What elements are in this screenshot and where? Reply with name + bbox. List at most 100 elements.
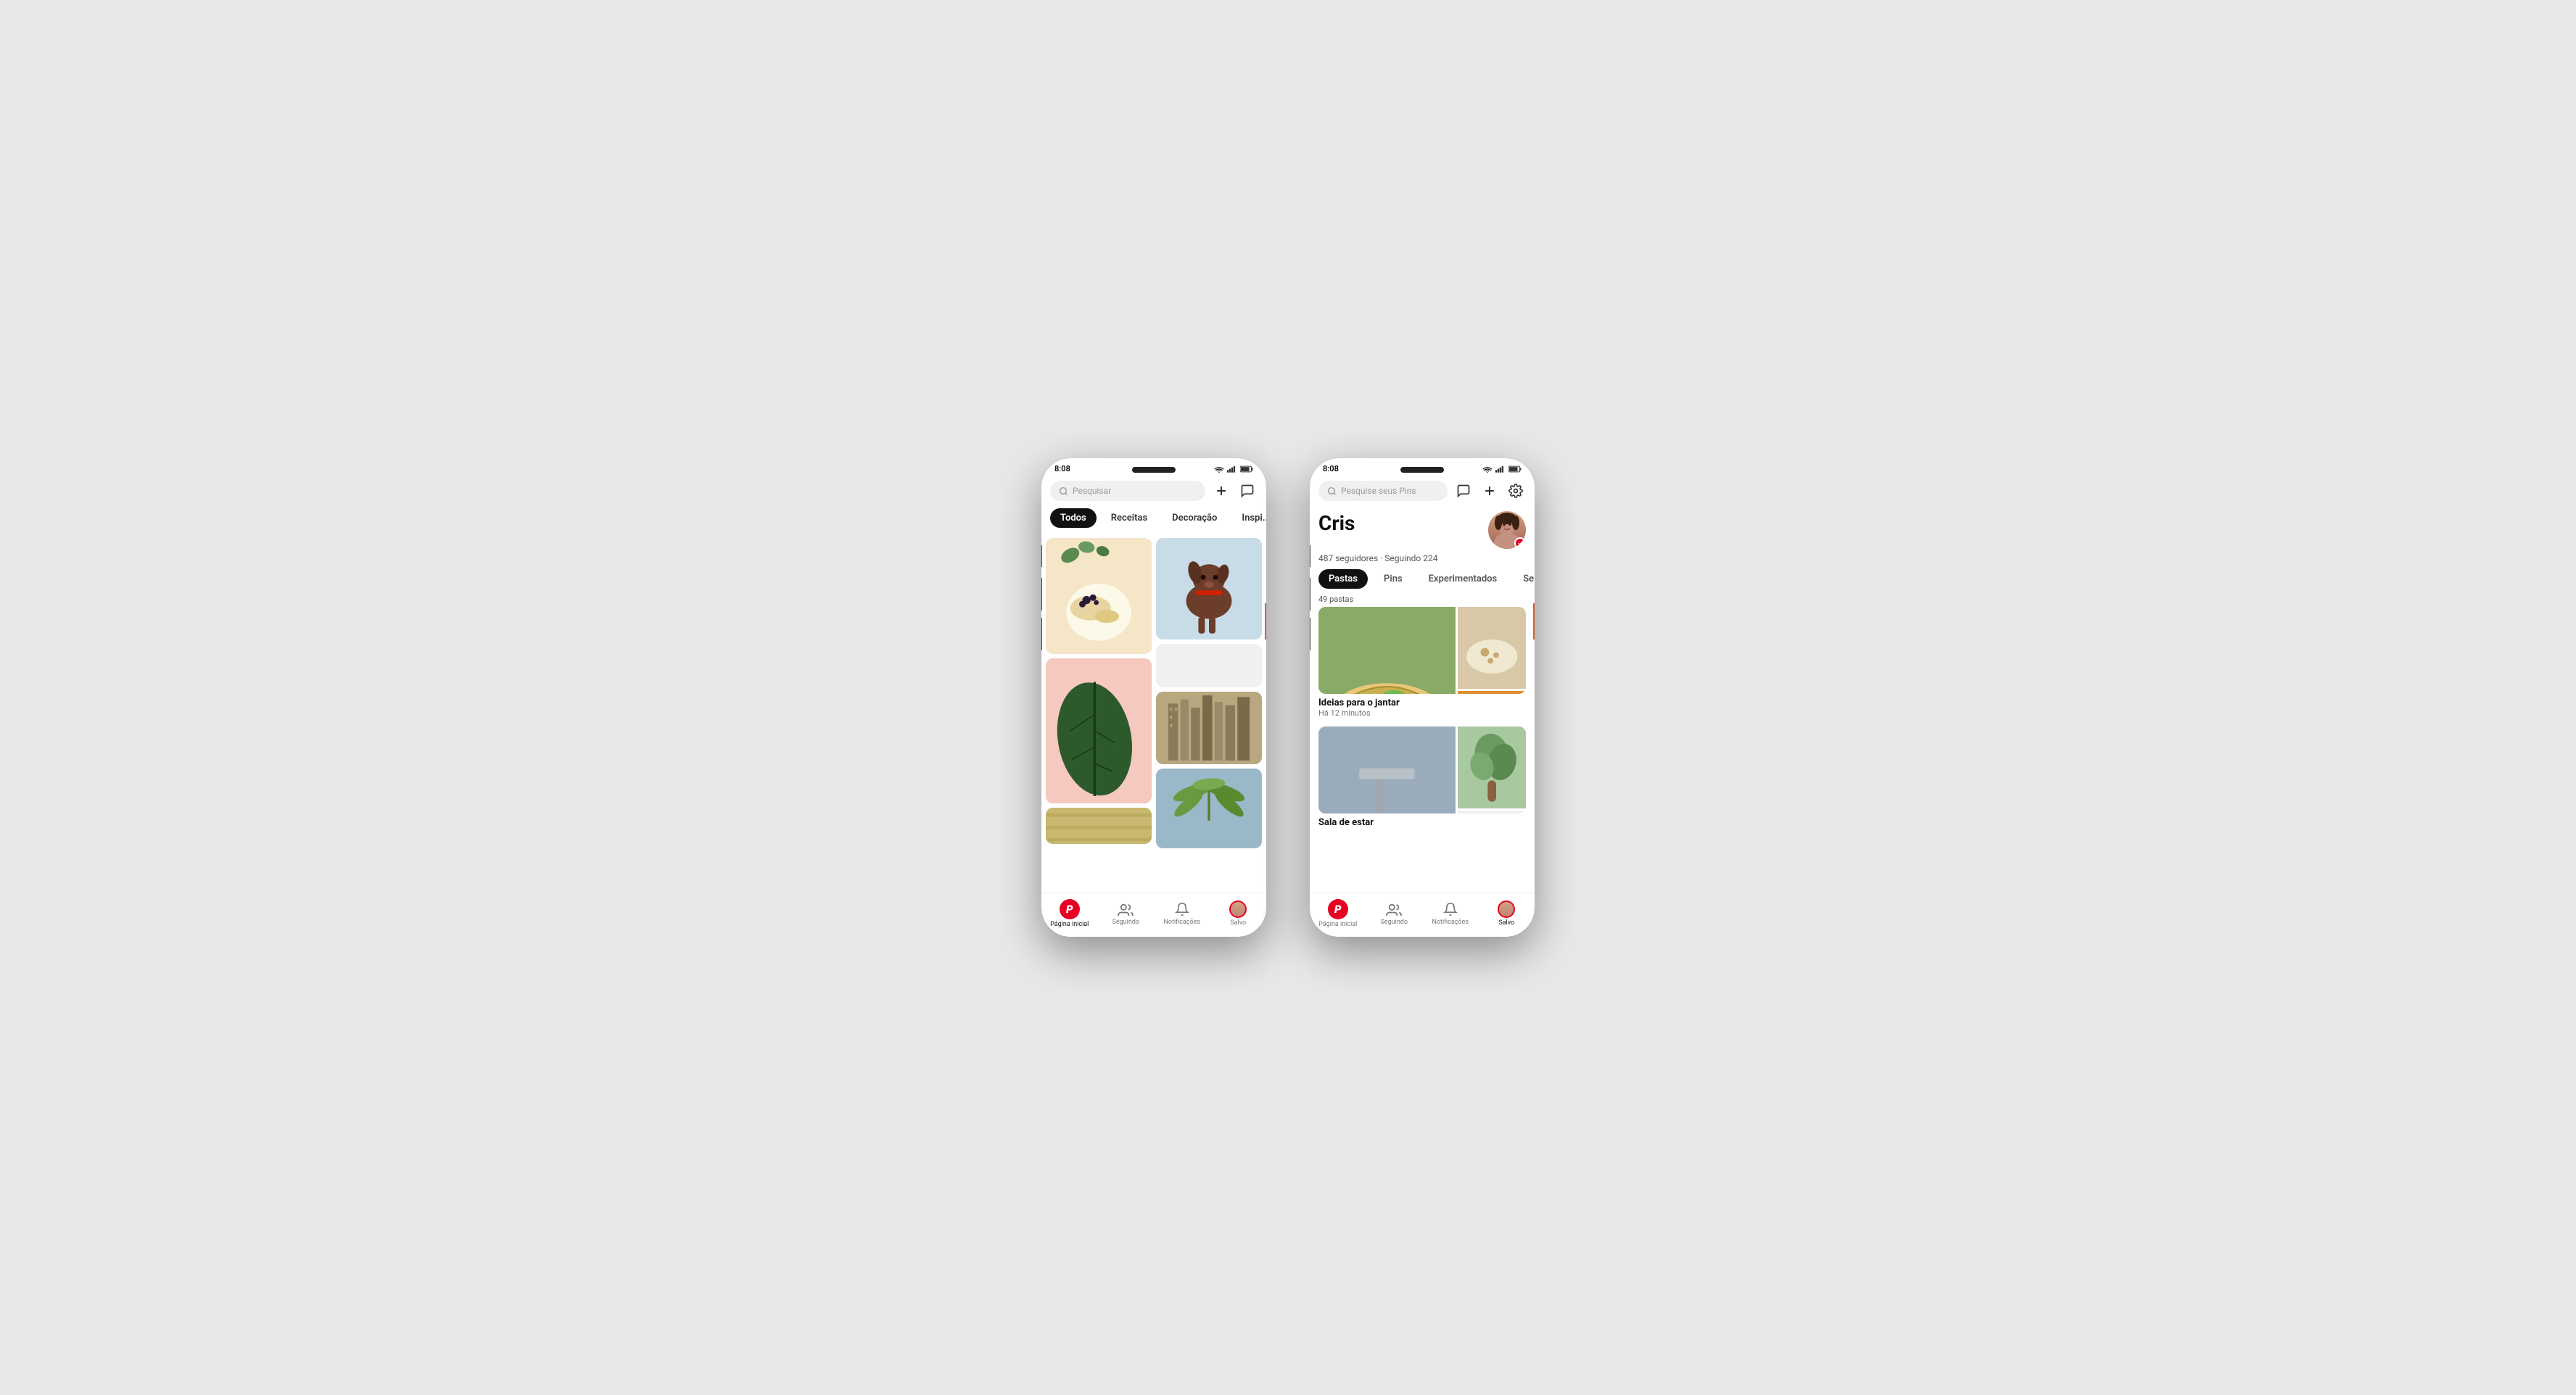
board-grid-1 <box>1318 607 1526 694</box>
avatar-verified-badge <box>1514 537 1526 549</box>
following-icon-2 <box>1386 901 1402 917</box>
tab-pins[interactable]: Pins <box>1374 569 1413 589</box>
board-item-2[interactable]: Sala de estar <box>1318 727 1526 828</box>
nav-following-label: Seguindo <box>1112 919 1140 926</box>
pin-item-palm[interactable] <box>1156 769 1262 848</box>
profile-name-block: Cris <box>1318 511 1355 535</box>
tab-inspi[interactable]: Inspi... <box>1231 508 1266 528</box>
board-sub-img-2b <box>1458 811 1526 814</box>
tab-se[interactable]: Se... <box>1513 569 1535 589</box>
nav-home[interactable]: P Página inicial <box>1041 899 1098 928</box>
profile-avatar[interactable] <box>1488 511 1526 549</box>
nav-2-home[interactable]: P Página inicial <box>1310 899 1366 928</box>
tab-experimentados[interactable]: Experimentados <box>1419 569 1508 589</box>
pin-grid <box>1041 534 1266 853</box>
bell-icon-2 <box>1442 901 1458 917</box>
board-item-1[interactable]: Ideias para o jantar Há 12 minutos <box>1318 607 1526 718</box>
board-sub-img-1b <box>1458 691 1526 694</box>
search-placeholder: Pesquisar <box>1073 486 1111 496</box>
phone-1-time: 8:08 <box>1054 464 1070 473</box>
phone-2-bottom-nav: P Página inicial Seguindo <box>1310 893 1535 937</box>
add-button-2[interactable] <box>1479 481 1500 501</box>
nav-notifications-label: Notificações <box>1163 919 1200 926</box>
phone-1-screen: 8:08 <box>1041 458 1266 937</box>
wifi-icon <box>1214 465 1224 473</box>
phone-2-status-bar: 8:08 <box>1310 458 1535 476</box>
battery-icon-2 <box>1508 465 1522 473</box>
nav-2-following[interactable]: Seguindo <box>1366 901 1423 926</box>
nav-2-notifications[interactable]: Notificações <box>1422 901 1479 926</box>
nav-saved[interactable]: Salvo <box>1210 901 1267 927</box>
profile-name: Cris <box>1318 511 1355 535</box>
nav-notifications[interactable]: Notificações <box>1154 901 1210 926</box>
nav-2-saved[interactable]: Salvo <box>1479 901 1535 927</box>
nav-2-saved-label: Salvo <box>1498 919 1514 927</box>
pin-item-building[interactable] <box>1156 692 1262 764</box>
tab-receitas[interactable]: Receitas <box>1101 508 1157 528</box>
phone-1-status-icons <box>1214 465 1253 473</box>
bell-icon <box>1174 901 1190 917</box>
nav-home-label: Página inicial <box>1050 921 1089 928</box>
board-main-img-1 <box>1318 607 1456 694</box>
user-avatar-nav <box>1229 901 1247 918</box>
pin-item-texture[interactable] <box>1046 808 1152 844</box>
phone-1-content <box>1041 534 1266 893</box>
settings-button[interactable] <box>1506 481 1526 501</box>
followers-count: 487 seguidores <box>1318 553 1378 563</box>
phone-1-vol-up <box>1041 578 1042 610</box>
phone-1-bottom-nav: P Página inicial Seguindo <box>1041 893 1266 937</box>
phone-2-status-icons <box>1482 465 1522 473</box>
board-sub-img-2a <box>1458 727 1526 808</box>
messages-button[interactable] <box>1237 481 1258 501</box>
board-title-2: Sala de estar <box>1318 817 1526 828</box>
pin-item-dog[interactable] <box>1156 538 1262 639</box>
phone-1-status-bar: 8:08 <box>1041 458 1266 476</box>
message-button-2[interactable] <box>1453 481 1474 501</box>
signal-icon <box>1227 465 1237 473</box>
pin-item-food[interactable] <box>1046 538 1152 654</box>
tab-pastas[interactable]: Pastas <box>1318 569 1368 589</box>
phone-2-search-input[interactable]: Pesquise seus Pins <box>1318 481 1448 501</box>
following-icon <box>1118 901 1134 917</box>
pin-item-leaf[interactable] <box>1046 658 1152 803</box>
profile-tabs: Pastas Pins Experimentados Se... <box>1310 569 1535 593</box>
nav-saved-label: Salvo <box>1230 919 1246 927</box>
profile-header: Cris <box>1310 505 1535 552</box>
phone-2-time: 8:08 <box>1323 464 1339 473</box>
board-grid-2 <box>1318 727 1526 814</box>
battery-icon <box>1240 465 1253 473</box>
pinterest-logo: P <box>1060 899 1080 919</box>
pinterest-logo-2: P <box>1328 899 1348 919</box>
phone-1-search-input[interactable]: Pesquisar <box>1050 481 1205 501</box>
search-icon <box>1059 487 1068 496</box>
board-title-1: Ideias para o jantar <box>1318 698 1526 708</box>
wifi-icon-2 <box>1482 465 1493 473</box>
phone-1: 8:08 <box>1041 458 1266 937</box>
profile-stats: 487 seguidores · Seguindo 224 <box>1310 552 1535 569</box>
search-placeholder-2: Pesquise seus Pins <box>1341 486 1416 496</box>
nav-2-notifications-label: Notificações <box>1432 919 1469 926</box>
pastas-count: 49 pastas <box>1310 593 1535 607</box>
tab-todos[interactable]: Todos <box>1050 508 1097 528</box>
phone-2-screen: 8:08 <box>1310 458 1535 937</box>
board-date-1: Há 12 minutos <box>1318 708 1526 718</box>
phone-2-power-button <box>1533 603 1535 639</box>
phone-1-vol-silent <box>1041 545 1042 567</box>
nav-following[interactable]: Seguindo <box>1098 901 1155 926</box>
signal-icon-2 <box>1495 465 1506 473</box>
phone-2-search-bar: Pesquise seus Pins <box>1310 476 1535 505</box>
board-main-img-2 <box>1318 727 1456 814</box>
board-sub-img-1a <box>1458 607 1526 689</box>
phone-2: 8:08 <box>1310 458 1535 937</box>
pin-item-blank[interactable] <box>1156 644 1262 687</box>
nav-2-home-label: Página inicial <box>1318 921 1357 928</box>
add-button[interactable] <box>1211 481 1231 501</box>
phone-1-vol-down <box>1041 618 1042 650</box>
phone-1-power-button <box>1265 603 1266 639</box>
phone-1-search-bar: Pesquisar <box>1041 476 1266 505</box>
nav-2-following-label: Seguindo <box>1381 919 1408 926</box>
following-count: Seguindo 224 <box>1384 553 1437 563</box>
tab-decoracao[interactable]: Decoração <box>1162 508 1227 528</box>
pin-col-right <box>1156 538 1262 848</box>
pin-col-left <box>1046 538 1152 848</box>
